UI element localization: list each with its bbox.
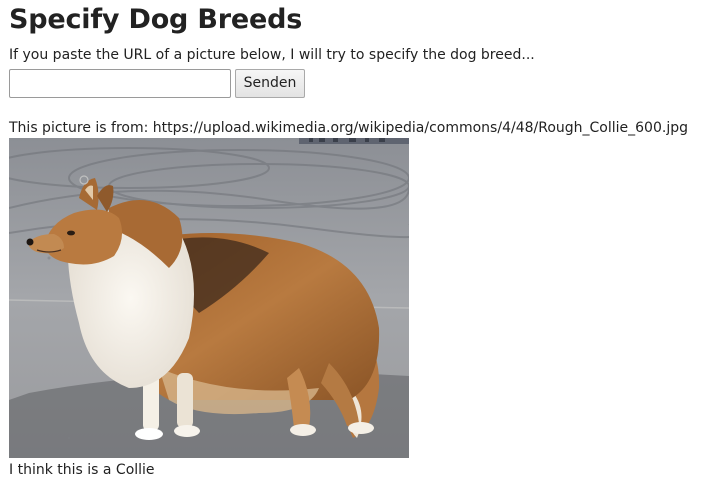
url-form: Senden [9, 68, 709, 98]
source-url-text: This picture is from: https://upload.wik… [9, 120, 688, 136]
intro-text: If you paste the URL of a picture below,… [9, 47, 535, 63]
dog-photo [9, 138, 409, 458]
url-input[interactable] [9, 68, 231, 98]
submit-button[interactable]: Senden [235, 68, 305, 98]
page-content: Specify Dog Breeds If you paste the URL … [9, 0, 709, 479]
breed-result-text: I think this is a Collie [9, 462, 155, 478]
page-title: Specify Dog Breeds [9, 4, 303, 35]
